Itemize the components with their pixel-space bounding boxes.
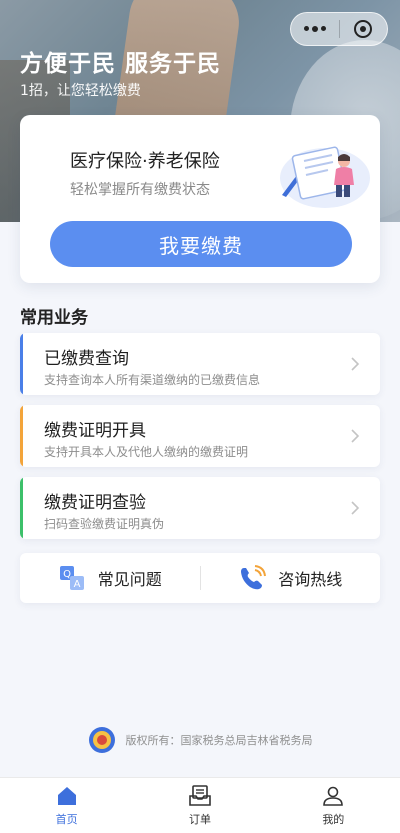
service-item-title: 缴费证明开具: [44, 421, 146, 441]
more-dots-icon: [303, 26, 326, 32]
document-illustration-icon: [280, 146, 370, 208]
section-title-common: 常用业务: [20, 308, 88, 328]
service-item-desc: 扫码查验缴费证明真伪: [44, 517, 165, 531]
order-icon: [189, 785, 211, 806]
service-item-desc: 支持查询本人所有渠道缴纳的已缴费信息: [44, 373, 261, 387]
chevron-right-icon: [351, 429, 360, 443]
tab-orders[interactable]: 订单: [133, 778, 266, 833]
service-item-certificate-issue[interactable]: 缴费证明开具 支持开具本人及代他人缴纳的缴费证明: [20, 405, 380, 467]
pay-button[interactable]: 我要缴费: [50, 221, 352, 267]
svg-text:Q: Q: [63, 569, 71, 580]
accent-bar: [20, 405, 23, 467]
close-miniprogram-button[interactable]: [339, 13, 387, 45]
quick-links: Q A 常见问题 咨询热线: [20, 553, 380, 603]
tax-emblem-icon: [88, 727, 115, 753]
insurance-card: 医疗保险·养老保险 轻松掌握所有缴费状态 我要缴费: [20, 115, 380, 283]
faq-label: 常见问题: [97, 570, 162, 589]
tab-home[interactable]: 首页: [0, 778, 133, 833]
accent-bar: [20, 477, 23, 539]
insurance-card-title: 医疗保险·养老保险: [70, 151, 220, 172]
insurance-card-subtitle: 轻松掌握所有缴费状态: [70, 182, 210, 198]
service-item-title: 缴费证明查验: [44, 493, 146, 513]
hero-subtitle: 1招，让您轻松缴费: [20, 83, 141, 99]
faq-link[interactable]: Q A 常见问题: [20, 553, 200, 603]
tab-home-label: 首页: [55, 813, 78, 826]
service-item-desc: 支持开具本人及代他人缴纳的缴费证明: [44, 445, 249, 459]
svg-text:A: A: [73, 579, 80, 590]
miniprogram-capsule: [290, 12, 388, 46]
hotline-link[interactable]: 咨询热线: [201, 553, 381, 603]
copyright-text: 版权所有：国家税务总局吉林省税务局: [125, 734, 313, 747]
copyright: 版权所有：国家税务总局吉林省税务局: [0, 725, 400, 755]
chevron-right-icon: [351, 501, 360, 515]
phone-icon: [241, 565, 267, 590]
user-icon: [323, 786, 344, 806]
qa-icon: Q A: [59, 566, 84, 590]
service-item-title: 已缴费查询: [44, 349, 129, 369]
service-item-certificate-verify[interactable]: 缴费证明查验 扫码查验缴费证明真伪: [20, 477, 380, 539]
chevron-right-icon: [351, 357, 360, 371]
hero-title: 方便于民 服务于民: [20, 51, 222, 77]
tab-bar: 首页 订单 我的: [0, 777, 400, 833]
home-icon: [57, 787, 76, 805]
tab-orders-label: 订单: [188, 813, 211, 826]
hotline-label: 咨询热线: [278, 570, 343, 589]
more-button[interactable]: [291, 13, 339, 45]
close-target-icon: [354, 20, 373, 38]
tab-me-label: 我的: [322, 813, 345, 826]
tab-me[interactable]: 我的: [267, 778, 400, 833]
accent-bar: [20, 333, 23, 395]
service-item-paid-query[interactable]: 已缴费查询 支持查询本人所有渠道缴纳的已缴费信息: [20, 333, 380, 395]
